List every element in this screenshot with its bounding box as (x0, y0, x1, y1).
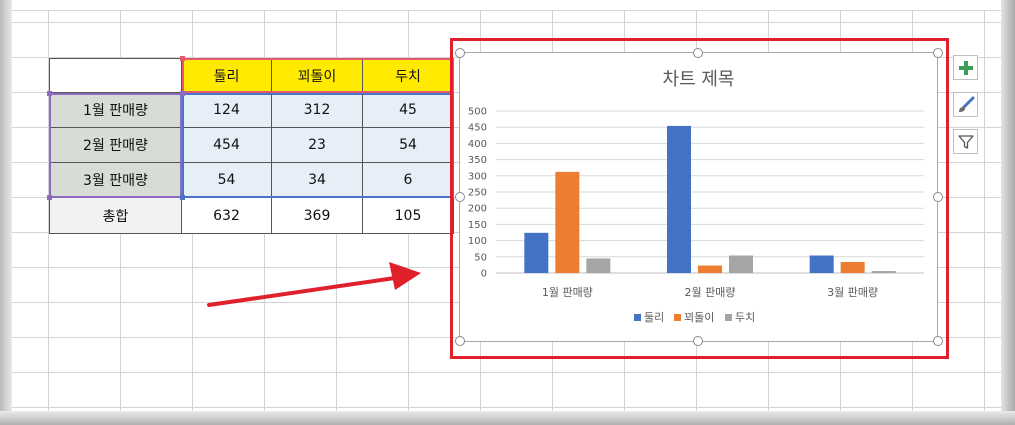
chart-resize-handle[interactable] (933, 336, 943, 346)
chart-styles-icon (958, 96, 974, 112)
chart-resize-handle[interactable] (693, 48, 703, 58)
legend-label: 둘리 (644, 311, 664, 324)
y-tick-label: 150 (468, 220, 487, 231)
y-tick-label: 400 (468, 139, 487, 150)
bar (871, 271, 896, 273)
bar (729, 255, 753, 273)
chart-resize-handle[interactable] (933, 192, 943, 202)
y-tick-label: 500 (468, 107, 487, 118)
x-tick-label: 3월 판매량 (827, 286, 878, 299)
y-tick-label: 200 (468, 204, 487, 215)
bar (809, 255, 834, 273)
chart-filters-button[interactable] (953, 129, 978, 154)
window-frame-right (1001, 0, 1015, 425)
y-tick-label: 250 (468, 188, 487, 199)
y-tick-label: 50 (474, 252, 487, 263)
bar (698, 265, 722, 273)
bar (840, 261, 865, 273)
legend-swatch (634, 314, 641, 321)
x-tick-label: 2월 판매량 (685, 286, 736, 299)
chart-area[interactable]: 차트 제목 0 50 100 150 200 250 300 350 400 450 500 1월 판… (459, 52, 938, 342)
chart-plot: 0 50 100 150 200 250 300 350 400 450 500 1월 판매량 2월 판… (468, 107, 924, 324)
chart-resize-handle[interactable] (455, 336, 465, 346)
window-frame-bottom (0, 411, 1015, 425)
chart-elements-icon (958, 60, 973, 75)
bar (524, 232, 549, 273)
legend-label: 꾀돌이 (684, 311, 714, 324)
y-tick-label: 300 (468, 171, 487, 182)
legend-label: 두치 (735, 311, 755, 324)
chart-filters-icon (957, 134, 974, 149)
legend-swatch (674, 314, 681, 321)
y-tick-label: 0 (481, 269, 487, 280)
chart-resize-handle[interactable] (455, 48, 465, 58)
chart-elements-button[interactable] (953, 55, 978, 80)
bar (667, 125, 691, 274)
chart-resize-handle[interactable] (455, 192, 465, 202)
legend-swatch (725, 314, 732, 321)
chart-resize-handle[interactable] (933, 48, 943, 58)
chart-resize-handle[interactable] (693, 336, 703, 346)
chart-styles-button[interactable] (953, 92, 978, 117)
window-frame-left (0, 0, 12, 425)
bar (555, 171, 580, 273)
y-tick-label: 100 (468, 236, 487, 247)
y-tick-label: 450 (468, 123, 487, 134)
y-tick-label: 350 (468, 155, 487, 166)
bar (586, 258, 611, 273)
x-tick-label: 1월 판매량 (542, 286, 593, 299)
